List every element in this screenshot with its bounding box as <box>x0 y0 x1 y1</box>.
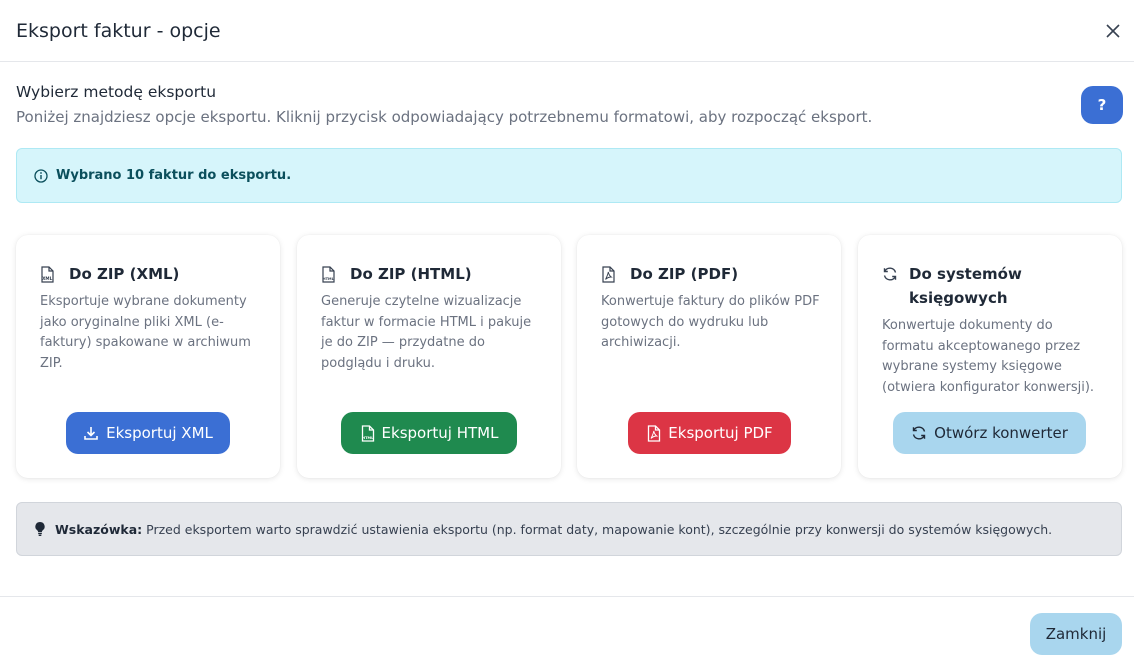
tip-text: Przed eksportem warto sprawdzić ustawien… <box>146 521 1053 537</box>
file-pdf-icon <box>601 262 619 286</box>
modal-title: Eksport faktur - opcje <box>16 20 221 42</box>
close-icon[interactable] <box>1102 20 1124 42</box>
card-zip-html: HTML Do ZIP (HTML) Generuje czytelne wiz… <box>297 235 561 478</box>
svg-text:HTML: HTML <box>362 436 374 440</box>
card-accounting-systems: Do systemów księgowych Konwertuje dokume… <box>858 235 1122 478</box>
card-description: Konwertuje dokumenty do formatu akceptow… <box>882 318 1095 395</box>
export-modal: Eksport faktur - opcje Wybierz metodę ek… <box>0 0 1134 668</box>
button-label: Otwórz konwerter <box>934 424 1068 442</box>
help-button[interactable]: ? <box>1081 86 1123 124</box>
modal-header: Eksport faktur - opcje <box>0 0 1134 62</box>
refresh-icon <box>912 426 926 440</box>
info-alert: Wybrano 10 faktur do eksportu. <box>16 148 1122 203</box>
export-html-button[interactable]: HTML Eksportuj HTML <box>341 412 517 454</box>
tip-box: Wskazówka: Przed eksportem warto sprawdz… <box>16 502 1122 556</box>
card-description: Konwertuje faktury do plików PDF gotowyc… <box>601 294 820 350</box>
card-description: Generuje czytelne wizualizacje faktur w … <box>321 294 532 371</box>
modal-footer: Zamknij <box>0 596 1134 668</box>
card-title: Do ZIP (PDF) <box>630 265 739 283</box>
info-icon <box>34 168 48 183</box>
card-zip-xml: XML Do ZIP (XML) Eksportuje wybrane doku… <box>16 235 280 478</box>
card-title: Do systemów księgowych <box>909 265 1022 307</box>
close-button[interactable]: Zamknij <box>1030 613 1122 655</box>
card-description: Eksportuje wybrane dokumenty jako orygin… <box>40 294 251 371</box>
info-text: Wybrano 10 faktur do eksportu. <box>56 168 292 183</box>
button-label: Eksportuj XML <box>106 424 213 442</box>
lightbulb-icon <box>35 521 45 536</box>
card-title: Do ZIP (XML) <box>69 265 180 283</box>
button-label: Eksportuj PDF <box>668 424 773 442</box>
open-converter-button[interactable]: Otwórz konwerter <box>893 412 1086 454</box>
export-xml-button[interactable]: Eksportuj XML <box>66 412 230 454</box>
section-heading: Wybierz metodę eksportu <box>16 83 217 101</box>
tip-label: Wskazówka: <box>55 521 143 537</box>
export-pdf-button[interactable]: Eksportuj PDF <box>628 412 791 454</box>
svg-text:HTML: HTML <box>323 277 335 281</box>
file-xml-icon: XML <box>40 262 58 286</box>
svg-text:XML: XML <box>42 276 52 281</box>
section-subtitle: Poniżej znajdziesz opcje eksportu. Klikn… <box>16 108 873 126</box>
file-html-icon: HTML <box>321 262 339 286</box>
file-pdf-icon <box>648 424 661 442</box>
download-icon <box>84 427 98 440</box>
card-title: Do ZIP (HTML) <box>350 265 472 283</box>
button-label: Eksportuj HTML <box>381 424 499 442</box>
export-options: XML Do ZIP (XML) Eksportuje wybrane doku… <box>16 235 1122 478</box>
card-zip-pdf: Do ZIP (PDF) Konwertuje faktury do plikó… <box>577 235 841 478</box>
file-html-icon: HTML <box>361 424 374 442</box>
refresh-icon <box>882 262 898 286</box>
